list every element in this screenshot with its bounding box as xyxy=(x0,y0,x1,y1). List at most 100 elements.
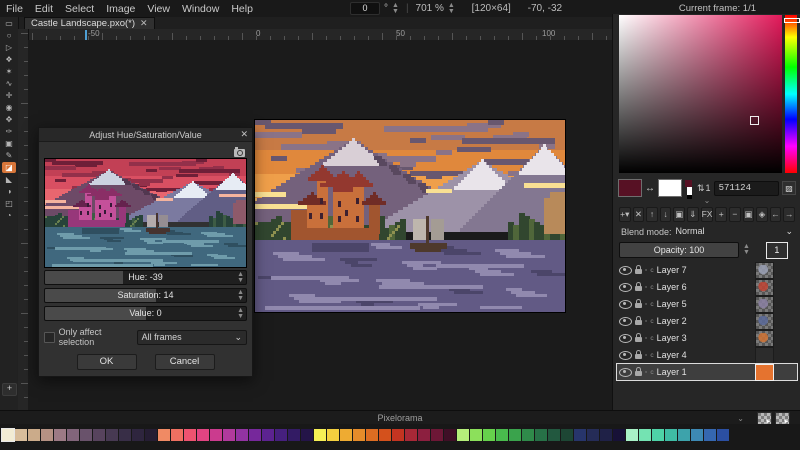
tool-bucket[interactable]: ◣ xyxy=(2,174,16,185)
palette-swatch[interactable] xyxy=(301,429,313,441)
dialog-titlebar[interactable]: Adjust Hue/Saturation/Value ✕ xyxy=(39,128,252,142)
visibility-eye-icon[interactable] xyxy=(619,334,632,343)
hsv-dialog[interactable]: Adjust Hue/Saturation/Value ✕ Hue: -39▲▼… xyxy=(38,127,253,377)
canvas-artwork[interactable] xyxy=(255,120,565,312)
hue-slider[interactable] xyxy=(785,15,797,173)
layer-row-layer-2[interactable]: ▫cLayer 2 xyxy=(617,313,797,329)
visibility-eye-icon[interactable] xyxy=(619,300,632,309)
tool-ellipse[interactable]: ◔ xyxy=(2,210,16,221)
visibility-eye-icon[interactable] xyxy=(619,266,632,275)
palette-swatch[interactable] xyxy=(366,429,378,441)
menu-view[interactable]: View xyxy=(141,3,176,15)
lock-icon[interactable] xyxy=(635,371,642,376)
expand-icon[interactable]: ▫ xyxy=(645,335,647,342)
add-frame-icon[interactable]: + xyxy=(715,207,727,222)
remove-frame-icon[interactable]: − xyxy=(729,207,741,222)
expand-icon[interactable]: ▫ xyxy=(645,352,647,359)
layer-row-layer-3[interactable]: ▫cLayer 3 xyxy=(617,330,797,346)
menu-file[interactable]: File xyxy=(0,3,29,15)
visibility-eye-icon[interactable] xyxy=(619,351,632,360)
palette-swatch[interactable] xyxy=(288,429,300,441)
palette-swatch[interactable] xyxy=(431,429,443,441)
palette-swatch[interactable] xyxy=(613,429,625,441)
hex-color-input[interactable]: 571124 xyxy=(714,181,779,196)
tab-castle-landscape[interactable]: Castle Landscape.pxo(*) ✕ xyxy=(24,17,155,29)
clone-layer-icon[interactable]: ▣ xyxy=(673,207,685,222)
color-cursor[interactable] xyxy=(750,116,759,125)
primary-color-swatch[interactable] xyxy=(618,179,642,197)
expand-icon[interactable]: ▫ xyxy=(645,284,647,291)
palette-swatch[interactable] xyxy=(379,429,391,441)
palette-swatch[interactable] xyxy=(678,429,690,441)
palette-swatch[interactable] xyxy=(54,429,66,441)
layer-row-layer-1[interactable]: ▫cLayer 1 xyxy=(617,364,797,380)
lock-icon[interactable] xyxy=(635,286,642,291)
palette-swatch[interactable] xyxy=(626,429,638,441)
palette-swatch[interactable] xyxy=(535,429,547,441)
menu-image[interactable]: Image xyxy=(100,3,141,15)
palette-swatch[interactable] xyxy=(249,429,261,441)
dialog-close-icon[interactable]: ✕ xyxy=(240,129,248,140)
palette-swatch[interactable] xyxy=(340,429,352,441)
remove-layer-icon[interactable]: ✕ xyxy=(633,207,645,222)
layer-row-layer-7[interactable]: ▫cLayer 7 xyxy=(617,262,797,278)
move-layer-up-icon[interactable]: ↑ xyxy=(646,207,658,222)
palette-swatch[interactable] xyxy=(132,429,144,441)
palette-swatch[interactable] xyxy=(717,429,729,441)
zoom-value[interactable]: 701 % xyxy=(416,3,444,14)
add-layer-icon[interactable]: +▾ xyxy=(619,207,631,222)
slider-spinner[interactable]: ▲▼ xyxy=(237,290,244,302)
layer-row-layer-4[interactable]: ▫cLayer 4 xyxy=(617,347,797,363)
lock-icon[interactable] xyxy=(635,337,642,342)
menu-help[interactable]: Help xyxy=(225,3,259,15)
palette-swatch[interactable] xyxy=(158,429,170,441)
layer-row-layer-5[interactable]: ▫cLayer 5 xyxy=(617,296,797,312)
expand-icon[interactable]: ▫ xyxy=(645,267,647,274)
lock-icon[interactable] xyxy=(635,303,642,308)
palette-swatch[interactable] xyxy=(314,429,326,441)
palette-swatch[interactable] xyxy=(483,429,495,441)
tool-crop[interactable]: ▣ xyxy=(2,138,16,149)
expand-icon[interactable]: ▫ xyxy=(645,318,647,325)
lock-icon[interactable] xyxy=(635,320,642,325)
index-spinner-icon[interactable]: ⇅ xyxy=(697,183,705,194)
link-cel-icon[interactable]: c xyxy=(650,318,653,325)
preview-snapshot-icon[interactable] xyxy=(234,149,245,157)
link-cel-icon[interactable]: c xyxy=(650,369,653,376)
palette-swatch[interactable] xyxy=(418,429,430,441)
tool-eraser[interactable]: ◪ xyxy=(2,162,16,173)
only-affect-selection-checkbox[interactable]: Only affect selection xyxy=(44,327,137,347)
tool-magic-wand[interactable]: ✶ xyxy=(2,66,16,77)
palette-swatch[interactable] xyxy=(353,429,365,441)
default-colors-icon[interactable] xyxy=(685,180,694,196)
secondary-color-swatch[interactable] xyxy=(658,179,682,197)
palette-swatch[interactable] xyxy=(80,429,92,441)
palette-swatch[interactable] xyxy=(574,429,586,441)
hue-handle[interactable] xyxy=(784,18,800,23)
palette-swatch[interactable] xyxy=(470,429,482,441)
slider-spinner[interactable]: ▲▼ xyxy=(237,308,244,320)
palette-swatch[interactable] xyxy=(236,429,248,441)
frames-dropdown[interactable]: All frames ⌄ xyxy=(137,330,247,345)
menu-window[interactable]: Window xyxy=(176,3,225,15)
cel-thumbnail[interactable] xyxy=(755,347,774,364)
swap-colors-icon[interactable]: ↔ xyxy=(645,183,655,194)
tool-move[interactable]: ✛ xyxy=(2,90,16,101)
palette-swatch[interactable] xyxy=(600,429,612,441)
palette-swatch[interactable] xyxy=(561,429,573,441)
tool-select-by-color[interactable]: ❖ xyxy=(2,54,16,65)
lock-icon[interactable] xyxy=(635,269,642,274)
move-layer-down-icon[interactable]: ↓ xyxy=(660,207,672,222)
palette-swatch[interactable] xyxy=(392,429,404,441)
menu-select[interactable]: Select xyxy=(59,3,100,15)
cancel-button[interactable]: Cancel xyxy=(155,354,215,370)
blend-mode-dropdown[interactable]: Normal ⌄ xyxy=(676,226,793,237)
opacity-spinner[interactable]: ▲▼ xyxy=(743,244,750,256)
palette-swatch[interactable] xyxy=(28,429,40,441)
palette-swatch[interactable] xyxy=(522,429,534,441)
palette-swatch[interactable] xyxy=(67,429,79,441)
visibility-eye-icon[interactable] xyxy=(619,317,632,326)
palette-swatch[interactable] xyxy=(197,429,209,441)
palette-swatch[interactable] xyxy=(15,429,27,441)
palette-swatch[interactable] xyxy=(262,429,274,441)
